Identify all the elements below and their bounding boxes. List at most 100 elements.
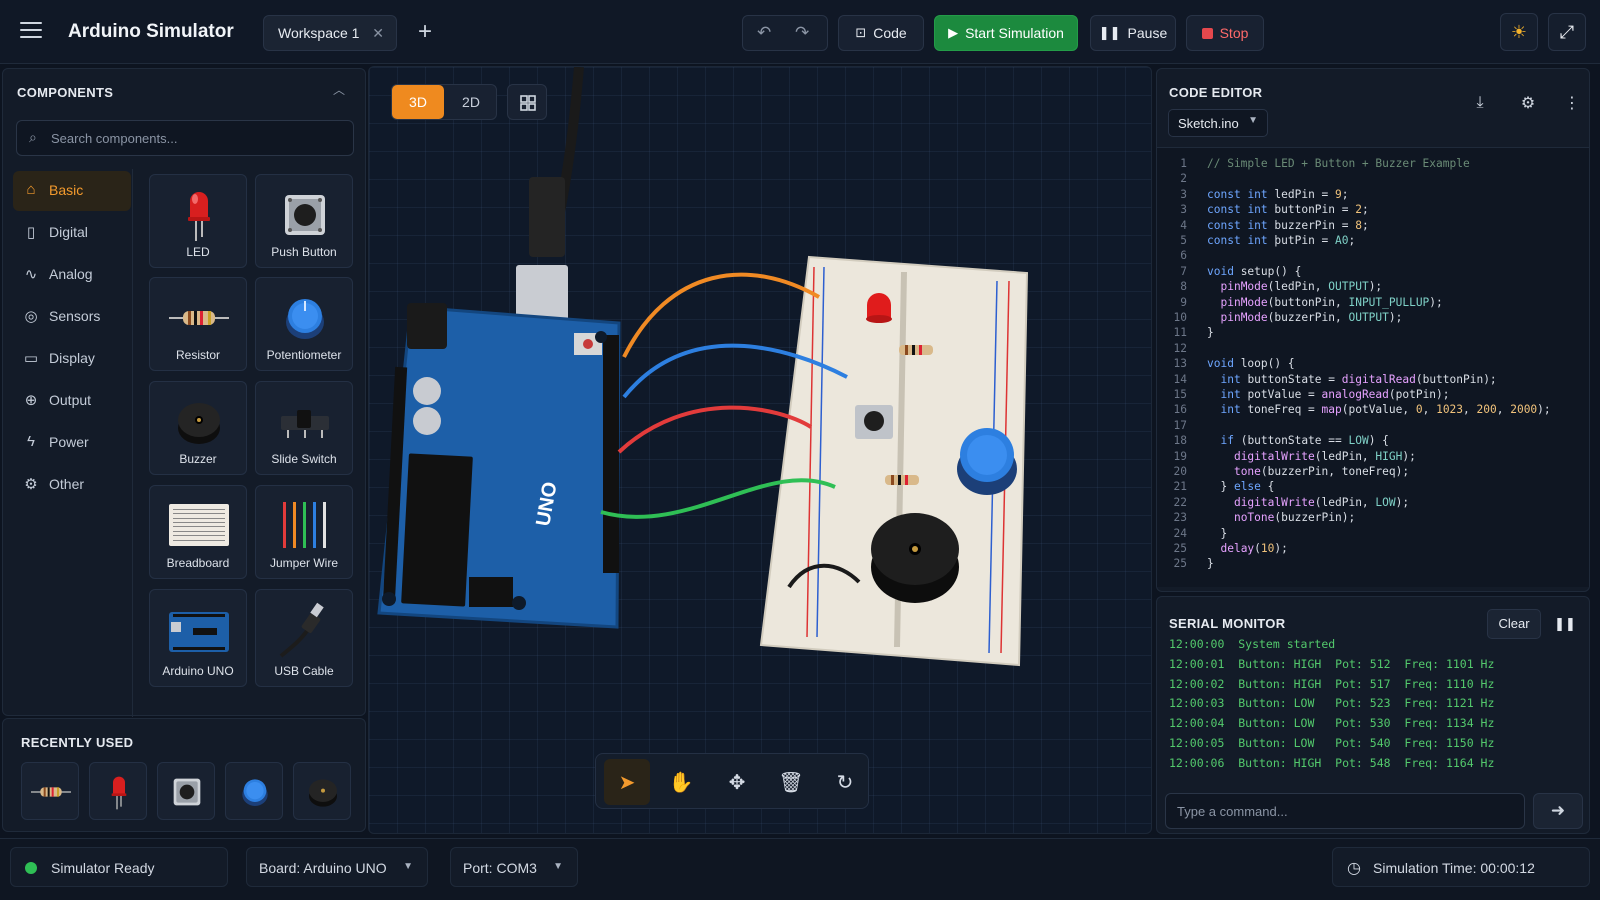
category-digital[interactable]: ▯ Digital <box>13 213 131 253</box>
recent-push-button[interactable] <box>157 762 215 820</box>
serial-line: 12:00:01 Button: HIGH Pot: 512 Freq: 110… <box>1169 656 1495 671</box>
delete-icon[interactable]: 🗑 <box>768 759 814 805</box>
stop-button[interactable]: Stop <box>1186 15 1264 51</box>
line-text: noTone(buzzerPin); <box>1233 511 1356 525</box>
pause-button[interactable]: ❚❚ Pause <box>1090 15 1176 51</box>
select-tool-icon[interactable]: ➤ <box>604 759 650 805</box>
arduino-board[interactable]: UNO <box>377 303 621 629</box>
category-sensors[interactable]: ◎ Sensors <box>13 297 131 337</box>
undo-icon[interactable]: ↶ <box>757 23 771 43</box>
code-area[interactable]: 1 // Simple LED + Button + Buzzer Example… <box>1157 147 1589 587</box>
code-line: 2 <box>1157 171 1589 186</box>
category-other[interactable]: ⚙ Other <box>13 465 131 505</box>
recent-led[interactable] <box>89 762 147 820</box>
search-input[interactable]: ⌕ Search components... <box>16 120 354 156</box>
board-selector[interactable]: Board: Arduino UNO ▼ <box>246 847 428 887</box>
code-line: 10 pinMode(buzzerPin, OUTPUT); <box>1157 310 1589 325</box>
led-icon <box>188 192 210 241</box>
send-icon[interactable]: ➜ <box>1533 793 1583 829</box>
component-breadboard[interactable]: Breadboard <box>149 485 247 579</box>
push-button[interactable] <box>855 405 893 439</box>
more-options-icon[interactable]: ⋮ <box>1553 85 1589 121</box>
code-line: 9 pinMode(buttonPin, INPUT_PULLUP); <box>1157 295 1589 310</box>
component-jumper-wire[interactable]: Jumper Wire <box>255 485 353 579</box>
menu-icon[interactable] <box>20 22 42 40</box>
workspace-tab-label: Workspace 1 <box>278 25 360 41</box>
component-arduino-uno[interactable]: Arduino UNO <box>149 589 247 687</box>
category-power[interactable]: ϟ Power <box>13 423 131 463</box>
buzzer-icon <box>309 779 337 807</box>
clock-icon: ◷ <box>1347 860 1361 877</box>
code-line: 22 digitalWrite(ledPin, LOW); <box>1157 495 1589 510</box>
component-potentiometer[interactable]: Potentiometer <box>255 277 353 371</box>
settings-icon[interactable]: ⚙ <box>1509 85 1547 121</box>
port-text: Port: COM3 <box>463 860 537 876</box>
collapse-icon[interactable]: ︿ <box>333 81 345 98</box>
tab-workspace-1[interactable]: Workspace 1 ✕ <box>263 15 397 51</box>
component-slide-switch[interactable]: Slide Switch <box>255 381 353 475</box>
sensor-icon: ◎ <box>24 308 38 325</box>
usb-plug <box>529 177 565 257</box>
component-label: Slide Switch <box>271 452 337 466</box>
category-list: ⌂ Basic ▯ Digital ∿ Analog ◎ Sensors ▭ Displa… <box>13 171 131 507</box>
code-line: 14 int buttonState = digitalRead(buttonP… <box>1157 372 1589 387</box>
line-text: pinMode(buzzerPin, OUTPUT); <box>1220 311 1403 324</box>
simulation-time-text: Simulation Time: 00:00:12 <box>1373 860 1535 876</box>
file-selector[interactable]: Sketch.ino ▼ <box>1168 109 1268 137</box>
category-display[interactable]: ▭ Display <box>13 339 131 379</box>
category-label: Analog <box>49 266 93 282</box>
top-bar: Arduino Simulator Workspace 1 ✕ + ↶ ↷ ⊡ … <box>0 0 1600 64</box>
category-output[interactable]: ⊕ Output <box>13 381 131 421</box>
component-led[interactable]: LED <box>149 174 247 268</box>
code-button[interactable]: ⊡ Code <box>838 15 924 51</box>
component-buzzer[interactable]: Buzzer <box>149 381 247 475</box>
recent-resistor[interactable] <box>21 762 79 820</box>
code-line: 12 <box>1157 341 1589 356</box>
buzzer[interactable] <box>871 513 959 603</box>
line-text: void loop() { <box>1207 357 1295 371</box>
line-number: 5 <box>1180 234 1187 247</box>
component-resistor[interactable]: Resistor <box>149 277 247 371</box>
hand-tool-icon[interactable]: ✋ <box>658 759 704 805</box>
line-text: digitalWrite(ledPin, HIGH); <box>1233 449 1416 463</box>
recent-buzzer[interactable] <box>293 762 351 820</box>
command-input[interactable]: Type a command... <box>1165 793 1525 829</box>
arduino-uno-icon <box>169 612 229 652</box>
line-text: tone(buzzerPin, toneFreq); <box>1233 465 1410 478</box>
category-basic[interactable]: ⌂ Basic <box>13 171 131 211</box>
theme-toggle-icon[interactable]: ☀ <box>1500 13 1538 51</box>
start-simulation-button[interactable]: ▶ Start Simulation <box>934 15 1078 51</box>
code-line: 6 <box>1157 248 1589 263</box>
clear-button[interactable]: Clear <box>1487 609 1541 639</box>
redo-icon[interactable]: ↷ <box>795 23 809 43</box>
line-text: } <box>1207 326 1214 340</box>
move-tool-icon[interactable]: ✥ <box>714 759 760 805</box>
category-label: Output <box>49 392 92 408</box>
rotate-icon[interactable]: ↻ <box>822 759 868 805</box>
serial-line: 12:00:06 Button: HIGH Pot: 548 Freq: 116… <box>1169 755 1495 770</box>
download-icon[interactable]: ⤓ <box>1461 85 1499 121</box>
home-icon: ⌂ <box>26 181 36 198</box>
push-button-icon <box>173 778 201 806</box>
led[interactable] <box>866 293 892 323</box>
fullscreen-icon[interactable]: ⤢ <box>1548 13 1586 51</box>
potentiometer[interactable] <box>957 428 1017 495</box>
line-number: 13 <box>1173 357 1187 371</box>
line-text: if (buttonState == LOW) { <box>1220 434 1389 448</box>
port-selector[interactable]: Port: COM3 ▼ <box>450 847 578 887</box>
usb-cable-icon <box>279 602 324 658</box>
line-number: 25 <box>1173 557 1187 571</box>
resistor-icon <box>169 311 229 325</box>
pause-icon[interactable]: ❚❚ <box>1549 609 1581 639</box>
category-analog[interactable]: ∿ Analog <box>13 255 131 295</box>
component-push-button[interactable]: Push Button <box>255 174 353 268</box>
code-line: 7 void setup() { <box>1157 264 1589 279</box>
add-tab-button[interactable]: + <box>408 15 442 51</box>
recent-potentiometer[interactable] <box>225 762 283 820</box>
resistor[interactable] <box>885 475 919 485</box>
resistor[interactable] <box>899 345 933 355</box>
close-icon[interactable]: ✕ <box>372 25 384 42</box>
component-usb-cable[interactable]: USB Cable <box>255 589 353 687</box>
line-number: 15 <box>1173 388 1187 401</box>
simulation-canvas[interactable]: 3D 2D UNO ➤ ✋ ✥ 🗑 ↻ <box>368 66 1152 834</box>
